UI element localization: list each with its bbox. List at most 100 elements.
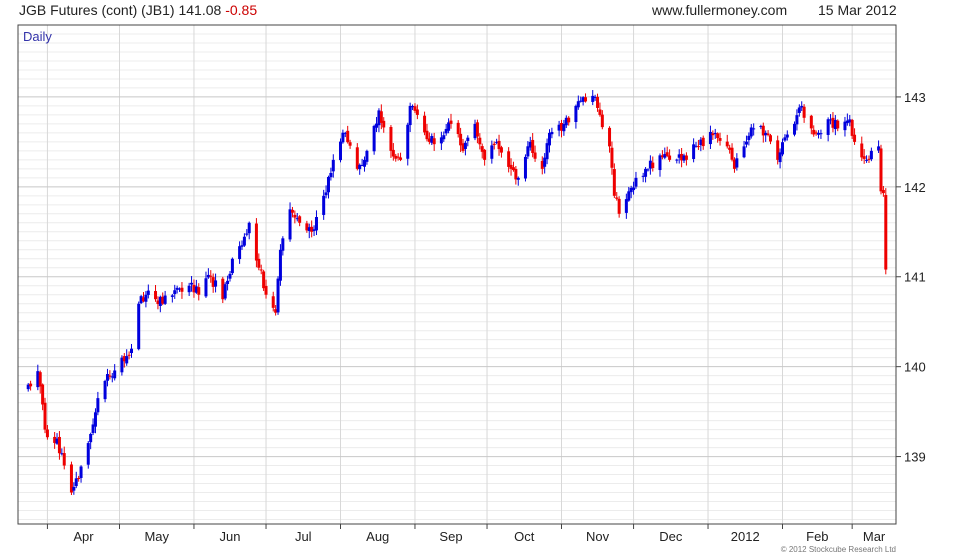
candle-body [608,127,612,147]
candle-body [331,159,335,172]
x-tick-label: Mar [863,529,886,544]
candle-body [103,380,107,400]
candle-body [744,141,748,145]
candle-body [879,148,883,192]
candle-body [96,398,100,413]
candle-body [144,294,148,302]
candle-body [574,105,578,123]
candle-body [475,122,479,137]
candle-body [576,101,580,108]
candle-body [43,402,47,430]
candle-body [797,107,801,113]
candle-body [38,372,42,387]
candle-body [293,214,297,218]
candle-body [516,177,520,180]
candle-body [423,115,427,133]
candle-body [226,280,230,285]
x-tick-label: Oct [514,529,535,544]
period-label: Daily [23,29,52,44]
candle-body [113,370,117,379]
candle-body [615,197,619,199]
candle-body [442,135,446,140]
candle-body [108,375,112,377]
candle-body [668,155,672,160]
candle-body [531,139,535,153]
plot-frame [17,24,897,525]
candle-body [584,97,588,102]
x-tick-label: Sep [439,529,462,544]
candle-body [850,119,854,136]
candle-body [372,125,376,152]
candle-body [483,149,487,160]
candle-body [146,290,150,295]
candle-body [242,236,246,246]
candle-body [326,177,330,193]
candle-body [499,147,503,153]
candle-body [259,269,263,271]
candle-body [314,217,318,231]
candle-body [41,384,45,405]
candle-body [533,152,537,159]
candle-body [298,216,302,223]
candle-body [45,429,49,438]
candle-body [209,275,213,277]
candle-body [812,129,816,135]
candle-body [324,192,328,196]
candle-body [382,120,386,128]
x-tick-label: Feb [806,529,828,544]
candle-body [684,155,688,160]
candle-body [93,412,97,427]
candle-body [341,132,345,143]
candle-body [826,119,830,135]
candle-body [262,271,266,289]
copyright-notice: © 2012 Stockcube Research Ltd [780,545,896,554]
candle-body [665,152,669,156]
candle-body [610,147,614,168]
candle-body [675,159,679,161]
candle-body [651,162,655,169]
candle-body [853,134,857,142]
candle-body [793,123,797,135]
candle-body [204,278,208,297]
candle-body [72,486,76,491]
grid-layer: Apr May Jun Jul Aug Sep Oct Nov Dec 2012 Feb Mar [46,25,886,544]
candle-body [187,285,191,293]
candle-body [329,172,333,178]
candle-body [223,284,227,299]
candle-body [862,156,866,159]
candle-body [742,146,746,158]
candle-body [523,156,527,179]
candle-body [228,273,232,279]
candle-body [780,142,784,155]
candle-body [276,278,280,313]
x-tick-label: Dec [659,529,683,544]
candle-body [173,290,177,295]
candle-body [290,209,294,213]
candle-body [550,131,554,135]
candle-body [591,95,595,102]
candle-body [365,150,369,162]
candle-body [127,354,131,356]
candle-body [718,138,722,141]
candle-body [809,115,813,129]
candle-body [247,222,251,234]
candle-body [600,114,604,128]
candle-body [492,143,496,145]
candle-body [463,142,467,149]
x-tick-label: 2012 [731,529,760,544]
candle-body [257,258,261,268]
candle-body [627,191,631,201]
candle-body [819,133,823,135]
candle-body [322,195,326,215]
candle-body [389,126,393,151]
candle-body [730,147,734,160]
candle-body [425,130,429,140]
candle-body [190,282,194,285]
y-tick-label: 143 [904,90,926,105]
candle-body [79,466,83,478]
candle-body [632,187,636,191]
candle-body [598,109,602,115]
candle-body [29,383,33,387]
candle-body [281,238,285,251]
candle-body [264,285,268,295]
